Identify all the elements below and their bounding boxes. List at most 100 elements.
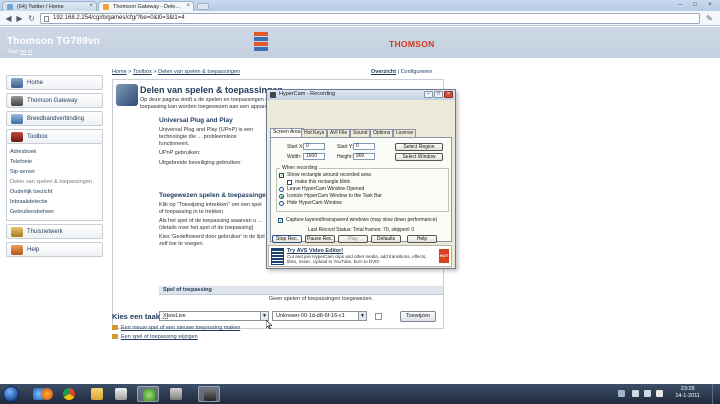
taskbar-clock[interactable]: 23:28 14-1-2011 bbox=[675, 386, 700, 400]
task-new-game[interactable]: Een nieuw spel of een nieuwe toepassing … bbox=[112, 325, 240, 331]
taskbar-firefox[interactable] bbox=[31, 386, 53, 402]
tab-sound[interactable]: Sound bbox=[350, 129, 371, 137]
back-arrow-icon[interactable]: ◀ bbox=[4, 14, 13, 23]
assign-checkbox[interactable] bbox=[375, 313, 382, 320]
task-link[interactable]: Een spel of toepassing wijzigen bbox=[121, 334, 198, 340]
device-select[interactable]: Unknown-00-1d-d8-6f-16-c1 ▼ bbox=[272, 311, 367, 321]
submenu-item-parental-control[interactable]: Ouderlijk toezicht bbox=[10, 187, 102, 197]
taskbar-messenger[interactable] bbox=[137, 386, 159, 402]
taskbar-folder[interactable] bbox=[86, 386, 108, 402]
hide-window-label: Hide HyperCam Window bbox=[287, 200, 342, 206]
sidebar-item-thomson-gateway[interactable]: Thomson Gateway bbox=[6, 93, 103, 108]
submenu-item-adresboek[interactable]: Adresboek bbox=[10, 147, 102, 157]
height-input[interactable]: 900 bbox=[353, 153, 375, 160]
show-desktop-button[interactable] bbox=[712, 384, 720, 404]
network-icon[interactable] bbox=[632, 390, 639, 397]
start-y-label: Start Y: bbox=[337, 144, 354, 150]
wrench-menu-icon[interactable]: ✎ bbox=[706, 14, 715, 23]
maximize-icon[interactable]: □ bbox=[689, 1, 701, 9]
reload-icon[interactable]: ↻ bbox=[27, 14, 36, 23]
tab-hot-keys[interactable]: Hot Keys bbox=[301, 129, 328, 137]
submenu-item-intrusion-detection[interactable]: Inbraakdetectie bbox=[10, 197, 102, 207]
overview-link[interactable]: Overzicht bbox=[371, 69, 396, 75]
submenu-item-sip-server[interactable]: Sip-server bbox=[10, 167, 102, 177]
minimize-icon[interactable]: – bbox=[674, 1, 686, 9]
hide-window-radio[interactable] bbox=[279, 201, 284, 206]
column-game: Spel of toepassing bbox=[163, 287, 212, 293]
start-y-input[interactable]: 0 bbox=[353, 143, 375, 150]
sidebar-item-label: Help bbox=[27, 247, 40, 253]
home-network-icon bbox=[11, 227, 23, 237]
game-sharing-icon bbox=[116, 84, 138, 106]
hot-badge: HOT bbox=[439, 249, 449, 263]
assign-description-1: Klik op "Toewijzing intrekken" om een sp… bbox=[159, 202, 262, 215]
language-switch: Taal: en nl bbox=[7, 49, 32, 55]
avs-ad-banner[interactable]: Try AVS Video Editor! Cut and join Hyper… bbox=[268, 245, 452, 267]
flag-icon[interactable] bbox=[656, 390, 663, 397]
browser-tab-thomson[interactable]: Thomson Gateway - Dele... × bbox=[98, 1, 194, 11]
assign-button[interactable]: Toewijzen bbox=[400, 311, 436, 322]
volume-icon[interactable] bbox=[644, 390, 651, 397]
taskbar-chrome[interactable] bbox=[58, 386, 80, 402]
address-bar[interactable]: 192.168.2.254/cgi/b/games/cfg/?be=0&l0=3… bbox=[40, 13, 700, 24]
pause-record-button[interactable]: Pause Rec. bbox=[305, 235, 335, 243]
taskbar-hypercam[interactable] bbox=[198, 386, 220, 402]
submenu-item-game-sharing[interactable]: Delen van spelen & toepassingen bbox=[10, 177, 102, 187]
task-edit-game[interactable]: Een spel of toepassing wijzigen bbox=[112, 334, 198, 340]
configure-link[interactable]: Configureren bbox=[401, 69, 433, 75]
start-orb-icon[interactable] bbox=[3, 386, 19, 402]
upnp-description: Universal Plug and Play (UPnP) is een te… bbox=[159, 127, 254, 147]
sidebar-item-broadband[interactable]: Breedbandverbinding bbox=[6, 111, 103, 126]
tab-license[interactable]: License bbox=[393, 129, 417, 137]
help-button[interactable]: Help bbox=[407, 235, 437, 243]
help-icon bbox=[11, 245, 23, 255]
iconize-window-radio[interactable] bbox=[279, 194, 284, 199]
width-input[interactable]: 1600 bbox=[303, 153, 325, 160]
toolbox-submenu: Adresboek Telefonie Sip-server Delen van… bbox=[6, 144, 103, 221]
stop-record-button[interactable]: Stop Rec. bbox=[272, 235, 302, 243]
sidebar-item-home[interactable]: Home bbox=[6, 75, 103, 90]
sidebar-item-home-network[interactable]: Thuisnetwerk bbox=[6, 224, 103, 239]
tray-arrow-icon[interactable] bbox=[618, 390, 625, 397]
breadcrumb-home[interactable]: Home bbox=[112, 69, 127, 75]
messenger-icon bbox=[143, 389, 155, 401]
assign-description-3: Kies 'Gedefinieerd door gebruiker' in de… bbox=[159, 234, 265, 247]
task-link[interactable]: Een nieuw spel of een nieuwe toepassing … bbox=[121, 325, 240, 331]
tab-screen-area[interactable]: Screen Area bbox=[270, 128, 304, 137]
tab-options[interactable]: Options bbox=[370, 129, 394, 137]
breadcrumb-current[interactable]: Delen van spelen & toepassingen bbox=[158, 69, 240, 75]
select-window-button[interactable]: Select Window bbox=[395, 153, 443, 161]
record-status: Last Record Status: Total frames: 70, sk… bbox=[307, 227, 415, 233]
language-link-nl[interactable]: nl bbox=[28, 49, 32, 55]
breadcrumb-separator: > bbox=[153, 69, 157, 75]
defaults-button[interactable]: Defaults bbox=[371, 235, 401, 243]
close-window-icon[interactable]: × bbox=[704, 1, 716, 9]
layered-windows-checkbox[interactable]: ✓ bbox=[278, 218, 283, 224]
forward-arrow-icon[interactable]: ▶ bbox=[15, 14, 24, 23]
game-select[interactable]: XboxLive ▼ bbox=[159, 311, 269, 321]
leave-window-radio[interactable] bbox=[279, 187, 284, 192]
blink-checkbox[interactable] bbox=[287, 180, 292, 185]
submenu-item-user-management[interactable]: Gebruikersbeheer bbox=[10, 207, 102, 217]
close-tab-icon[interactable]: × bbox=[89, 3, 93, 9]
page-icon bbox=[44, 16, 49, 22]
taskbar-media[interactable] bbox=[110, 386, 132, 402]
breadcrumb-toolbox[interactable]: Toolbox bbox=[133, 69, 152, 75]
upnp-extended-label: Uitgebreide beveiliging gebruiken: bbox=[159, 160, 242, 166]
twitter-favicon-icon bbox=[7, 4, 13, 10]
language-link-en[interactable]: en bbox=[20, 49, 26, 55]
sidebar-item-label: Toolbox bbox=[27, 134, 48, 140]
sidebar-item-toolbox[interactable]: Toolbox bbox=[6, 129, 103, 144]
play-button[interactable]: Play bbox=[338, 235, 368, 243]
new-tab-button[interactable] bbox=[197, 3, 209, 10]
start-x-input[interactable]: 0 bbox=[303, 143, 325, 150]
close-tab-icon[interactable]: × bbox=[186, 3, 190, 9]
show-rectangle-checkbox[interactable]: ✓ bbox=[279, 173, 284, 179]
submenu-item-telefonie[interactable]: Telefonie bbox=[10, 157, 102, 167]
thomson-brand-logo: THOMSON bbox=[389, 39, 435, 49]
select-region-button[interactable]: Select Region bbox=[395, 143, 443, 151]
tab-avi-file[interactable]: AVI File bbox=[327, 129, 351, 137]
browser-tab-twitter[interactable]: (64) Twitter / Home × bbox=[2, 1, 97, 11]
sidebar-item-help[interactable]: Help bbox=[6, 242, 103, 257]
taskbar-app-6[interactable] bbox=[165, 386, 187, 402]
